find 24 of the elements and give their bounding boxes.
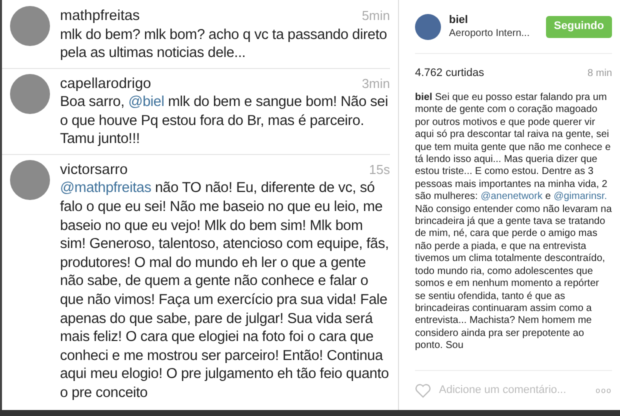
username[interactable]: victorsarro <box>60 162 128 179</box>
comment-time: 15s <box>369 160 390 179</box>
comment-time: 5min <box>362 7 390 25</box>
username[interactable]: capellarodrigo <box>60 76 152 93</box>
username[interactable]: mathpfreitas <box>60 8 140 25</box>
likes-count: 4.762 curtidas <box>415 66 484 81</box>
comment-time: 3min <box>362 74 390 93</box>
username[interactable]: biel <box>449 12 538 26</box>
mention-link[interactable]: @gimarinsr. <box>554 191 608 202</box>
mention-link[interactable]: @biel <box>128 94 164 110</box>
comment-text: @mathpfreitas não TO não! Eu, diferente de vc, só falo o que eu sei! Não me baseio no que eu leio, me baseio no que eu vejo! Mlk do bem sim! Mlk bom sim! Generoso, talentoso, atencioso com equipe, fãs, produtores! O mal do mundo eh ler o que a gente não sabe, de quem a gente não conhece e falar o que não vimos! Faça um exercício pra sua vida! Fale apenas do que sabe, pare de julgar! Sua vida será mais feliz! O cara que elogiei na foto foi o cara que conheci e me mostrou ser parceiro! Então! Continua aqui meu elogio! O pre julgamento eh tão feio quanto o pre conceito <box>60 179 390 403</box>
avatar-icon <box>10 160 50 200</box>
location[interactable]: Aeroporto Intern... <box>449 26 538 40</box>
avatar-icon <box>10 74 50 114</box>
heart-icon[interactable] <box>415 384 431 398</box>
post-time: 8 min <box>588 66 612 80</box>
avatar-icon <box>10 6 50 46</box>
mention-link[interactable]: @anenetwork <box>480 191 542 202</box>
comment-text: Boa sarro, @biel mlk do bem e sangue bom! Não sei o que houve Pq estou fora do Br, mas é parceiro. Tamu junto!!! <box>60 93 389 149</box>
comment-text: mlk do bem? mlk bom? acho q vc ta passando direto pela as ultimas noticias dele... <box>60 26 388 63</box>
mention-link[interactable]: @mathpfreitas <box>60 180 152 196</box>
caption-text: biel Sei que eu posso estar falando pra um monte de gente com o coração magoado por outros motivos e que pode querer vir aqui só pra descontar tal raiva na gente, sei que tem muita gente que não me conhece e tá lendo isso aqui... Mas queria dizer que estou triste... E como estou. Dentre as 3 pessoas mais importantes na minha vida, 2 são mulheres: @anenetwork e @gimarinsr. Não consigo entender como não levaram na brincadeira já que a gente tava se tratando de mim, né, cara que perde o amigo mas não perde a piada, e que na entrevista tivemos um clima totalmente descontraído, todo mundo ria, como adolescentes que somos e em nenhum momento a repórter se sentiu ofendida, tanto é que as brincadeiras continuaram assim como a entrevista... Machista? Nem homem me considero ainda pra ser prepotente ao ponto. Sou <box>415 92 612 354</box>
avatar-icon <box>415 14 441 40</box>
comment-input[interactable]: Adicione um comentário... <box>439 382 588 399</box>
